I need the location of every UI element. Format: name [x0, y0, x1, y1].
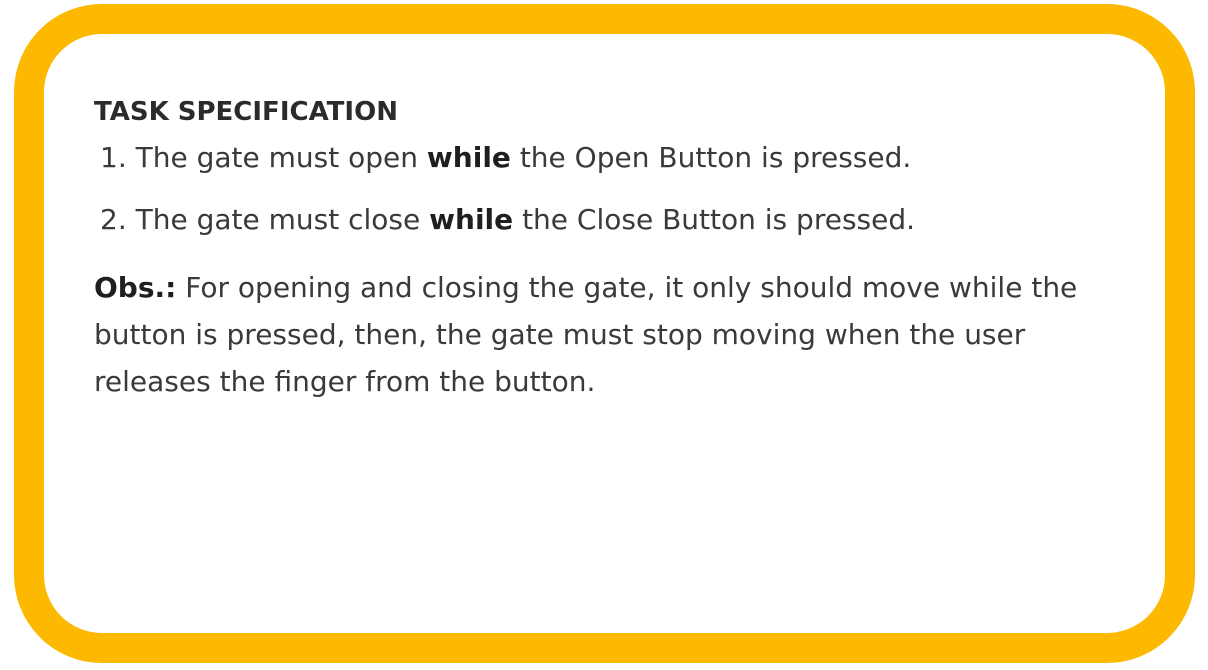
spec-item-emphasis: while: [429, 203, 514, 236]
spec-item-number: 2.: [100, 203, 127, 236]
spec-list: 1. The gate must open while the Open But…: [94, 140, 1144, 238]
spec-item-emphasis: while: [426, 141, 511, 174]
spec-item-2: 2. The gate must close while the Close B…: [100, 202, 1144, 238]
spec-card-content: TASK SPECIFICATION 1. The gate must open…: [94, 90, 1144, 405]
card-heading: TASK SPECIFICATION: [94, 97, 398, 127]
spec-item-text: The gate must open: [135, 141, 419, 174]
spec-item-1: 1. The gate must open while the Open But…: [100, 140, 1144, 176]
spec-item-text-end: the Close Button is pressed.: [522, 203, 916, 236]
observation-text: For opening and closing the gate, it onl…: [94, 271, 1078, 398]
spec-item-text: The gate must close: [135, 203, 421, 236]
observation-label: Obs.:: [94, 271, 177, 304]
spec-item-text-end: the Open Button is pressed.: [519, 141, 912, 174]
spec-item-number: 1.: [100, 141, 127, 174]
observation-note: Obs.: For opening and closing the gate, …: [94, 264, 1144, 405]
